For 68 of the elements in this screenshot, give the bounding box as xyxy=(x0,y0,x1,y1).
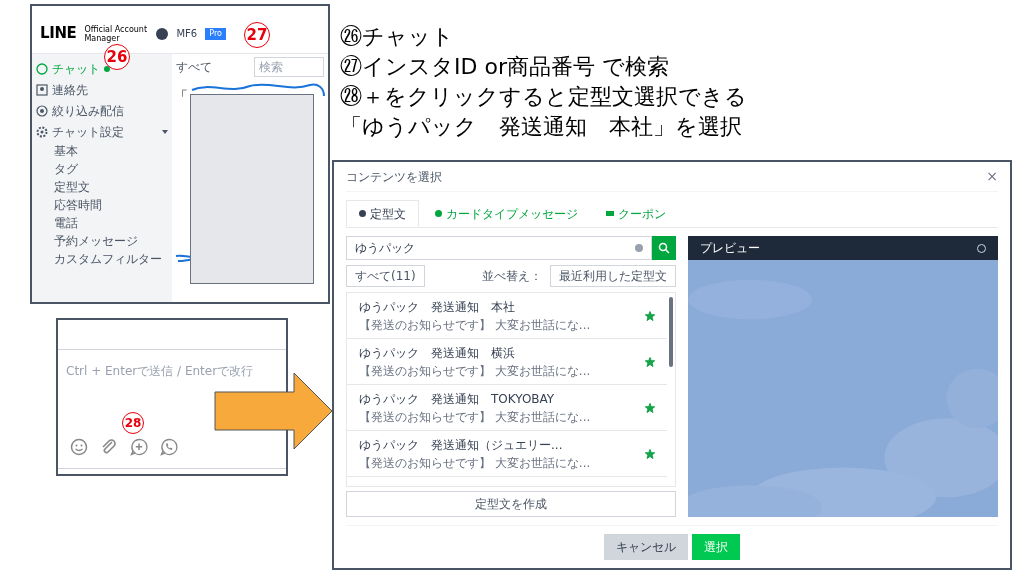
sort-dropdown[interactable]: 最近利用した定型文 xyxy=(550,265,676,287)
nav-item[interactable]: 連絡先 xyxy=(32,79,172,100)
logo: LINE xyxy=(40,23,77,45)
template-preview: 【発送のお知らせです】 大変お世話にな... xyxy=(359,454,592,472)
bubble-icon xyxy=(435,210,442,217)
template-item[interactable]: ゆうパック 発送通知 TOKYOBAY 【発送のお知らせです】 大変お世話にな... xyxy=(347,385,667,431)
contact-card-icon xyxy=(36,83,48,96)
search-icon xyxy=(658,242,670,254)
bubble-icon xyxy=(359,210,366,217)
submenu-item[interactable]: 応答時間 xyxy=(32,196,172,214)
dialog-title: コンテンツを選択 xyxy=(346,168,442,186)
clear-icon[interactable] xyxy=(635,244,643,252)
submenu-item[interactable]: 基本 xyxy=(32,142,172,160)
submenu-item[interactable]: 電話 xyxy=(32,214,172,232)
search-text: ゆうパック xyxy=(355,240,416,257)
submenu-item[interactable]: カスタムフィルター xyxy=(32,250,172,268)
logo-subtitle: Official Account Manager xyxy=(84,24,149,43)
phone-bubble-icon[interactable] xyxy=(160,438,178,456)
template-title: ゆうパック 発送通知 横浜 xyxy=(359,344,516,362)
nav-item[interactable]: 絞り込み配信 xyxy=(32,100,172,121)
create-button[interactable]: 定型文を作成 xyxy=(346,491,676,517)
preview-title: プレビュー xyxy=(700,240,760,257)
filter-dropdown[interactable]: すべて(11) xyxy=(346,265,425,287)
star-icon[interactable] xyxy=(645,310,655,321)
star-icon[interactable] xyxy=(645,448,655,459)
chat-icon xyxy=(36,62,48,75)
text-fragment: 「 xyxy=(174,88,188,104)
scrollbar-thumb[interactable] xyxy=(669,297,673,367)
filter-dropdown[interactable]: すべて xyxy=(176,58,212,76)
smiley-icon[interactable] xyxy=(70,438,88,456)
avatar-icon xyxy=(156,27,169,40)
plan-badge: Pro xyxy=(205,27,226,40)
nav-label: チャット設定 xyxy=(52,123,124,141)
target-icon xyxy=(36,104,48,117)
template-title: ゆうパック 発送通知（ジュエリー... xyxy=(359,436,564,454)
instruction-text: ㉗インスタID or商品番号 で検索 xyxy=(340,53,670,81)
settings-icon xyxy=(36,125,48,138)
instruction-text: 「ゆうパック 発送通知 本社」を選択 xyxy=(340,113,743,141)
template-item[interactable]: ゆうパック 発送通知（ジュエリー... 【発送のお知らせです】 大変お世話にな... xyxy=(347,431,667,477)
template-item[interactable]: ゆうパック 発送通知 本社 【発送のお知らせです】 大変お世話にな... xyxy=(347,293,667,339)
submenu-item[interactable]: タグ xyxy=(32,160,172,178)
add-bubble-icon[interactable] xyxy=(130,438,148,456)
template-item[interactable]: ゆうパック 発送通知 横浜 【発送のお知らせです】 大変お世話にな... xyxy=(347,339,667,385)
tab[interactable]: 定型文 xyxy=(346,200,419,227)
ticket-icon xyxy=(606,211,614,216)
caret-icon[interactable] xyxy=(162,129,168,134)
submenu-item[interactable]: 予約メッセージ xyxy=(32,232,172,250)
nav-item[interactable]: チャット設定 xyxy=(32,121,172,142)
template-preview: 【発送のお知らせです】 大変お世話にな... xyxy=(359,316,592,334)
sort-label: 並べ替え： xyxy=(482,268,542,285)
nav-label: 絞り込み配信 xyxy=(52,102,124,120)
template-preview: 【発送のお知らせです】 大変お世話にな... xyxy=(359,408,592,426)
search-field[interactable]: ゆうパック xyxy=(346,236,652,260)
template-title: ゆうパック 発送通知 本社 xyxy=(359,298,516,316)
submenu-item[interactable]: 定型文 xyxy=(32,178,172,196)
close-button[interactable]: × xyxy=(986,166,998,187)
template-preview: 【発送のお知らせです】 大変お世話にな... xyxy=(359,362,592,380)
paperclip-icon[interactable] xyxy=(100,438,118,456)
account-menu[interactable]: MF6 xyxy=(176,26,198,41)
nav-label: 連絡先 xyxy=(52,81,88,99)
nav-label: チャット xyxy=(52,60,100,78)
instruction-text: ㉘＋をクリックすると定型文選択できる xyxy=(340,83,747,111)
instruction-text: ㉖チャット xyxy=(340,23,455,51)
cancel-button[interactable]: キャンセル xyxy=(604,534,688,560)
search-button[interactable] xyxy=(652,236,676,260)
template-title: ゆうパック 発送通知 TOKYOBAY xyxy=(359,390,556,408)
star-icon[interactable] xyxy=(645,356,655,367)
star-icon[interactable] xyxy=(645,402,655,413)
